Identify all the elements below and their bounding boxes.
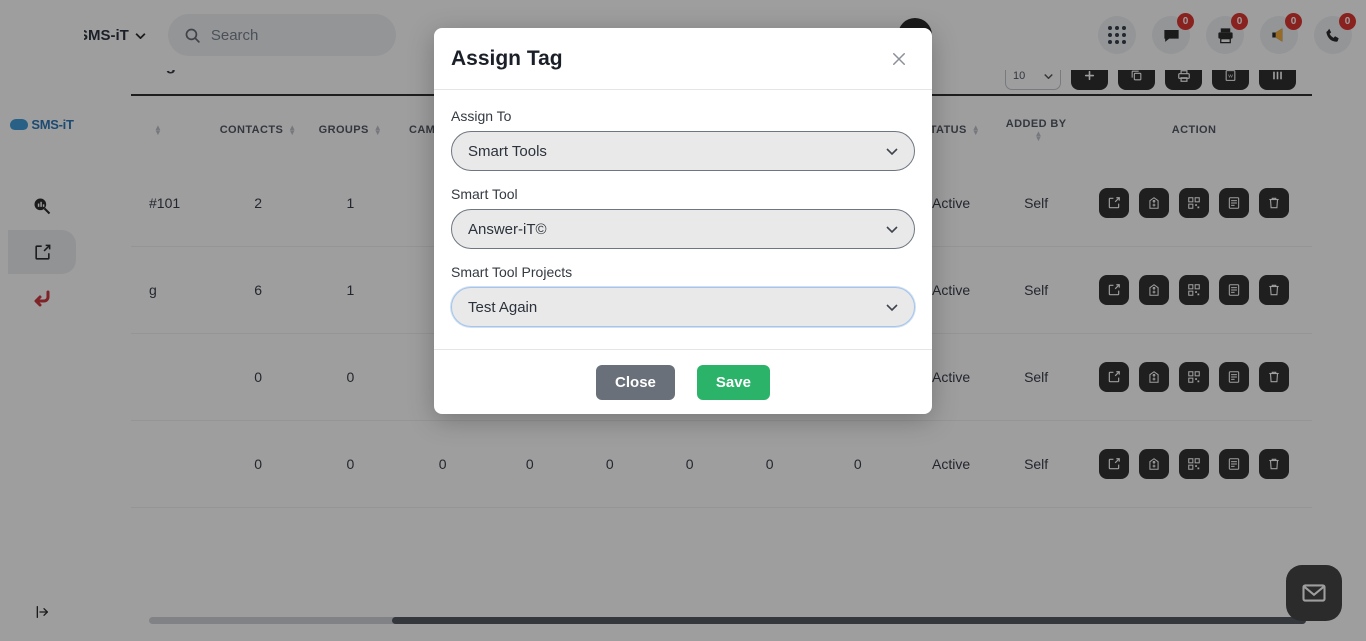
field-smart-tool: Smart Tool Answer-iT© bbox=[451, 186, 915, 249]
field-assign-to: Assign To Smart Tools bbox=[451, 108, 915, 171]
field-smart-tool-projects: Smart Tool Projects Test Again bbox=[451, 264, 915, 327]
assign-to-select[interactable]: Smart Tools bbox=[451, 131, 915, 171]
smart-tool-label: Smart Tool bbox=[451, 186, 518, 202]
smart-tool-value: Answer-iT© bbox=[468, 220, 547, 238]
close-button[interactable]: Close bbox=[596, 364, 675, 400]
modal-footer: Close Save bbox=[434, 349, 932, 414]
assign-to-label: Assign To bbox=[451, 108, 512, 124]
chevron-down-icon bbox=[886, 226, 898, 234]
modal-body: Assign To Smart Tools Smart Tool Answer-… bbox=[434, 90, 932, 349]
smart-tool-projects-select[interactable]: Test Again bbox=[451, 287, 915, 327]
assign-to-value: Smart Tools bbox=[468, 142, 547, 160]
modal-header: Assign Tag bbox=[434, 28, 932, 90]
smart-tool-projects-value: Test Again bbox=[468, 298, 538, 316]
modal-title: Assign Tag bbox=[451, 46, 563, 70]
assign-tag-modal: Assign Tag Assign To Smart Tools Smart T… bbox=[434, 28, 932, 414]
smart-tool-projects-label: Smart Tool Projects bbox=[451, 264, 573, 280]
close-icon[interactable] bbox=[884, 44, 914, 74]
save-button[interactable]: Save bbox=[696, 364, 770, 400]
chevron-down-icon bbox=[886, 148, 898, 156]
chevron-down-icon bbox=[886, 304, 898, 312]
smart-tool-select[interactable]: Answer-iT© bbox=[451, 209, 915, 249]
close-x-icon bbox=[893, 52, 905, 65]
